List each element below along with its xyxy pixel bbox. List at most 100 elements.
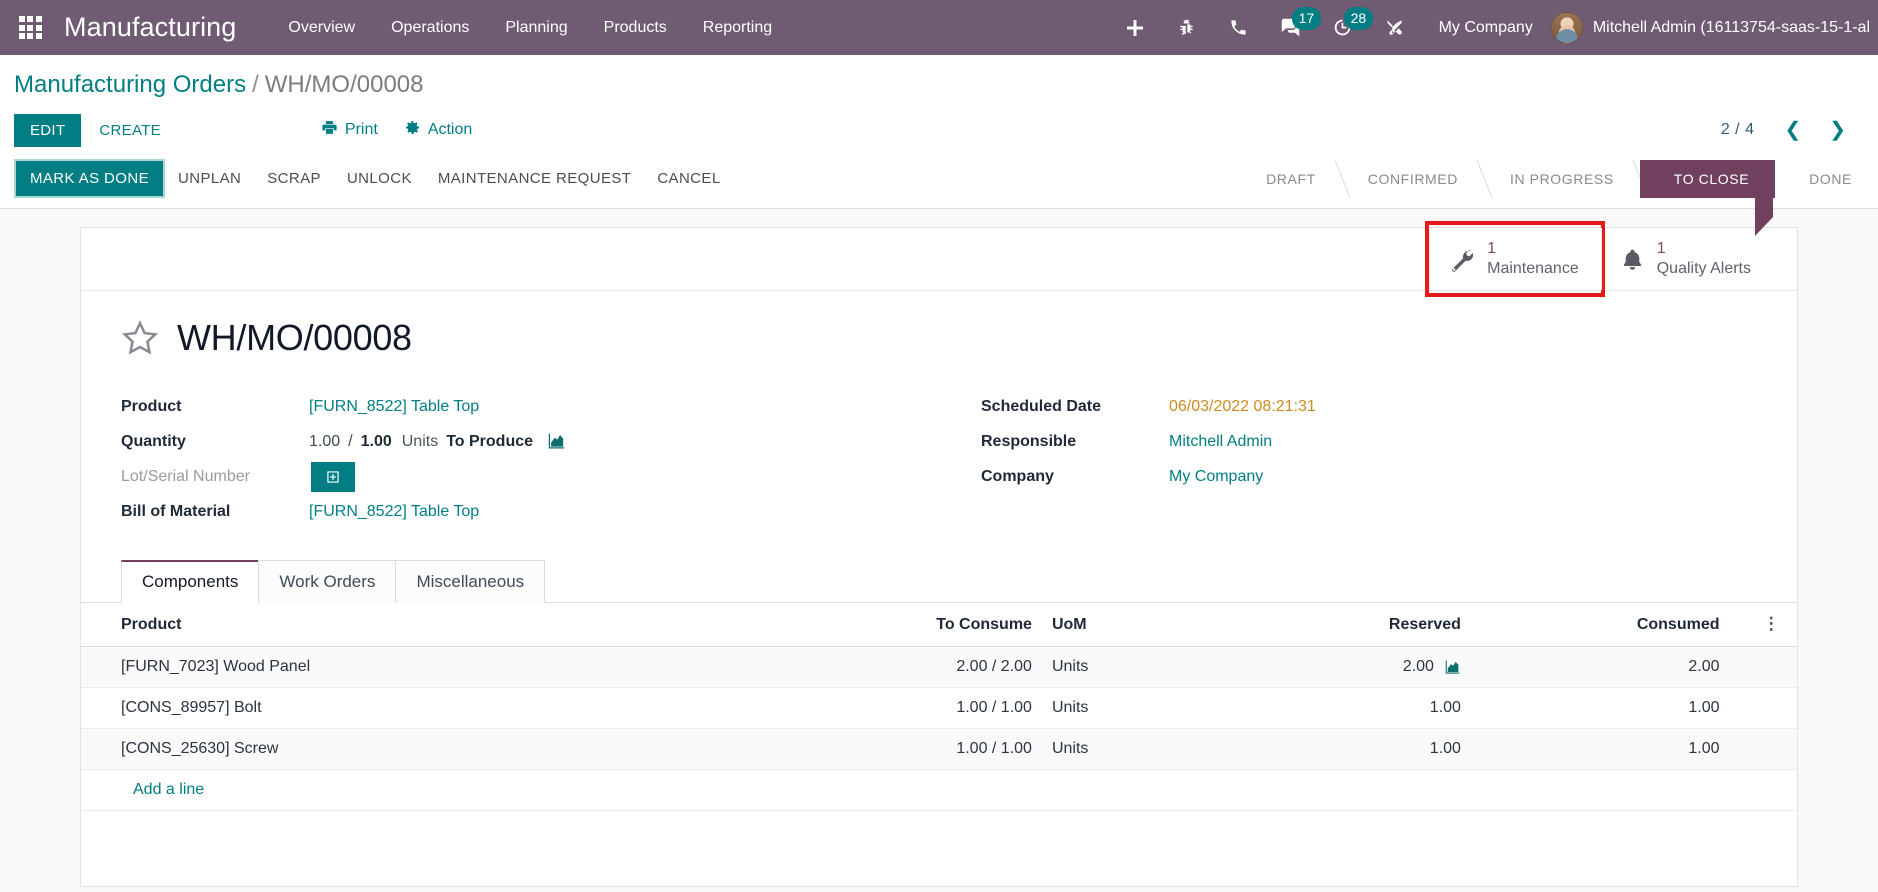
cell-reserved[interactable]: 1.00	[1196, 728, 1471, 770]
cell-uom[interactable]: Units	[1041, 687, 1197, 729]
app-brand-title[interactable]: Manufacturing	[64, 12, 236, 43]
field-product: Product [FURN_8522] Table Top	[121, 389, 939, 424]
cell-to-consume[interactable]: 1.00 / 1.00	[801, 687, 1042, 729]
table-header-row: Product To Consume UoM Reserved Consumed…	[81, 603, 1797, 647]
unplan-button[interactable]: UNPLAN	[165, 161, 254, 196]
menu-item-overview[interactable]: Overview	[270, 0, 373, 55]
form-column-left: Product [FURN_8522] Table Top Quantity 1…	[121, 389, 939, 529]
cell-product[interactable]: [CONS_89957] Bolt	[81, 687, 802, 729]
quantity-done[interactable]: 1.00	[309, 433, 340, 451]
stage-confirmed[interactable]: CONFIRMED	[1342, 160, 1484, 198]
area-chart-icon[interactable]	[547, 433, 566, 450]
cell-uom[interactable]: Units	[1041, 728, 1197, 770]
breadcrumb-parent[interactable]: Manufacturing Orders	[14, 71, 246, 98]
field-bill-of-material-value[interactable]: [FURN_8522] Table Top	[309, 503, 479, 521]
quality-alerts-stat-button[interactable]: 1 Quality Alerts	[1600, 228, 1773, 290]
cell-reserved[interactable]: 2.00	[1196, 646, 1471, 688]
form-body: WH/MO/00008 Product [FURN_8522] Table To…	[81, 291, 1797, 529]
cell-product[interactable]: [FURN_7023] Wood Panel	[81, 646, 802, 688]
add-line-row[interactable]: Add a line	[81, 769, 1797, 811]
stage-to-close[interactable]: TO CLOSE	[1621, 159, 1776, 236]
menu-item-products[interactable]: Products	[586, 0, 685, 55]
record-title-row: WH/MO/00008	[121, 317, 1757, 359]
notebook-tabs: Components Work Orders Miscellaneous	[81, 559, 1797, 603]
internal-link-box-icon[interactable]	[311, 461, 355, 492]
mark-as-done-button[interactable]: MARK AS DONE	[14, 159, 165, 198]
tab-work-orders[interactable]: Work Orders	[258, 560, 397, 603]
pager-previous-button[interactable]: ❮	[1772, 118, 1813, 142]
header-uom[interactable]: UoM	[1041, 603, 1197, 647]
quantity-uom: Units	[401, 432, 439, 450]
field-scheduled-date-value[interactable]: 06/03/2022 08:21:31	[1169, 398, 1316, 416]
cell-uom[interactable]: Units	[1041, 646, 1197, 688]
phone-icon[interactable]	[1213, 0, 1265, 55]
quantity-separator: /	[348, 432, 353, 450]
area-chart-icon[interactable]	[1444, 660, 1461, 675]
apps-grid-icon[interactable]	[8, 0, 52, 55]
cell-consumed[interactable]: 1.00	[1470, 687, 1746, 729]
create-button[interactable]: CREATE	[85, 114, 175, 147]
stage-draft[interactable]: DRAFT	[1240, 160, 1342, 198]
table-row[interactable]: [CONS_25630] Screw 1.00 / 1.00 Units 1.0…	[81, 728, 1797, 770]
field-responsible-value[interactable]: Mitchell Admin	[1169, 433, 1272, 451]
action-menu[interactable]: Action	[404, 119, 472, 141]
field-bill-of-material-label: Bill of Material	[121, 502, 231, 520]
field-product-value[interactable]: [FURN_8522] Table Top	[309, 398, 479, 416]
control-panel-actions: Print Action	[321, 119, 472, 141]
tab-components[interactable]: Components	[121, 560, 260, 603]
table-row[interactable]: [CONS_89957] Bolt 1.00 / 1.00 Units 1.00…	[81, 687, 1797, 729]
field-company: Company My Company	[981, 459, 1757, 494]
components-table-body: [FURN_7023] Wood Panel 2.00 / 2.00 Units…	[81, 646, 1797, 811]
table-row[interactable]: [FURN_7023] Wood Panel 2.00 / 2.00 Units…	[81, 646, 1797, 688]
add-a-line-link[interactable]: Add a line	[121, 771, 214, 808]
header-to-consume[interactable]: To Consume	[801, 603, 1042, 647]
company-switcher[interactable]: My Company	[1421, 19, 1551, 37]
row-options-cell	[1745, 687, 1797, 729]
maintenance-count: 1	[1487, 240, 1497, 258]
cancel-button[interactable]: CANCEL	[644, 161, 733, 196]
header-consumed[interactable]: Consumed	[1470, 603, 1746, 647]
menu-item-reporting[interactable]: Reporting	[685, 0, 790, 55]
cell-to-consume[interactable]: 2.00 / 2.00	[801, 646, 1042, 688]
plus-icon[interactable]	[1109, 0, 1161, 55]
unlock-button[interactable]: UNLOCK	[334, 161, 425, 196]
scrap-button[interactable]: SCRAP	[254, 161, 334, 196]
field-product-label: Product	[121, 397, 182, 415]
column-options-icon[interactable]: ⋮	[1745, 603, 1797, 647]
activity-clock-icon[interactable]: 28	[1317, 0, 1374, 55]
bell-icon	[1620, 247, 1645, 272]
status-pipeline: DRAFT CONFIRMED IN PROGRESS TO CLOSE DON…	[1240, 159, 1878, 236]
edit-button[interactable]: EDIT	[14, 113, 82, 147]
header-reserved[interactable]: Reserved	[1196, 603, 1471, 647]
quantity-target[interactable]: 1.00	[361, 433, 392, 451]
cell-consumed[interactable]: 2.00	[1470, 646, 1746, 688]
chat-icon[interactable]: 17	[1265, 0, 1322, 55]
maintenance-stat-button[interactable]: 1 Maintenance	[1425, 221, 1605, 297]
stage-in-progress[interactable]: IN PROGRESS	[1484, 160, 1640, 198]
maintenance-request-button[interactable]: MAINTENANCE REQUEST	[425, 161, 644, 196]
header-product[interactable]: Product	[81, 603, 802, 647]
cell-reserved[interactable]: 1.00	[1196, 687, 1471, 729]
quality-alerts-label: Quality Alerts	[1656, 260, 1751, 277]
cell-consumed[interactable]: 1.00	[1470, 728, 1746, 770]
notebook: Components Work Orders Miscellaneous Pro…	[81, 559, 1797, 811]
field-company-label: Company	[981, 467, 1054, 485]
field-company-value[interactable]: My Company	[1169, 468, 1263, 486]
cell-to-consume[interactable]: 1.00 / 1.00	[801, 728, 1042, 770]
apps-grid-dots	[18, 16, 42, 39]
menu-item-operations[interactable]: Operations	[373, 0, 487, 55]
quality-alerts-count: 1	[1656, 240, 1666, 258]
pager-next-button[interactable]: ❯	[1817, 118, 1858, 142]
stage-done[interactable]: DONE	[1775, 160, 1878, 198]
bug-icon[interactable]	[1161, 0, 1213, 55]
stat-button-box: 1 Maintenance 1 Quality Alerts	[81, 221, 1797, 297]
breadcrumb-current: WH/MO/00008	[264, 71, 424, 98]
field-scheduled-date-label: Scheduled Date	[981, 397, 1102, 415]
print-menu[interactable]: Print	[321, 119, 378, 141]
user-menu[interactable]: Mitchell Admin (16113754-saas-15-1-al	[1550, 11, 1878, 44]
cell-product[interactable]: [CONS_25630] Screw	[81, 728, 802, 770]
star-icon[interactable]	[121, 319, 159, 357]
tab-miscellaneous[interactable]: Miscellaneous	[395, 560, 546, 603]
tools-icon[interactable]	[1369, 0, 1421, 55]
menu-item-planning[interactable]: Planning	[487, 0, 585, 55]
